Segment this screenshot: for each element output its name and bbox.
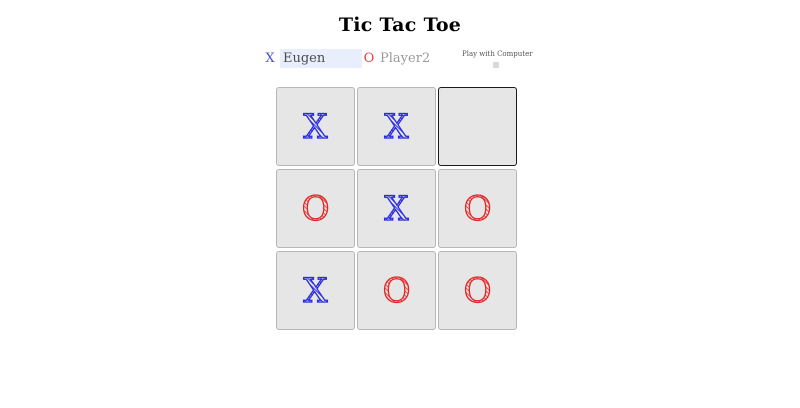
player1-name-input[interactable] (280, 48, 362, 68)
board-cell-3[interactable] (438, 87, 517, 166)
player2-symbol: O (363, 50, 375, 66)
game-page: Tic Tac Toe X O Play with Computer X X O… (0, 0, 800, 408)
cell-mark: O (382, 270, 411, 311)
cell-mark: O (463, 270, 492, 311)
board-cell-6[interactable]: O (438, 169, 517, 248)
board-cell-5[interactable]: X (357, 169, 436, 248)
cell-mark: X (303, 106, 329, 147)
play-with-computer-toggle[interactable]: Play with Computer (462, 50, 533, 68)
cell-mark: O (301, 188, 330, 229)
board-cell-7[interactable]: X (276, 251, 355, 330)
cell-mark: O (463, 188, 492, 229)
page-title: Tic Tac Toe (338, 14, 462, 36)
player1-symbol: X (265, 50, 275, 66)
board-cell-9[interactable]: O (438, 251, 517, 330)
play-with-computer-label: Play with Computer (462, 50, 533, 58)
cell-mark: X (303, 270, 329, 311)
board-cell-2[interactable]: X (357, 87, 436, 166)
board-cell-1[interactable]: X (276, 87, 355, 166)
cell-mark: X (384, 188, 410, 229)
players-bar: X O (263, 48, 447, 68)
player2-name-input[interactable] (377, 48, 447, 68)
play-with-computer-checkbox[interactable] (493, 62, 499, 68)
board-cell-8[interactable]: O (357, 251, 436, 330)
game-board: X X O X O X O O (276, 87, 517, 330)
cell-mark: X (384, 106, 410, 147)
board-cell-4[interactable]: O (276, 169, 355, 248)
